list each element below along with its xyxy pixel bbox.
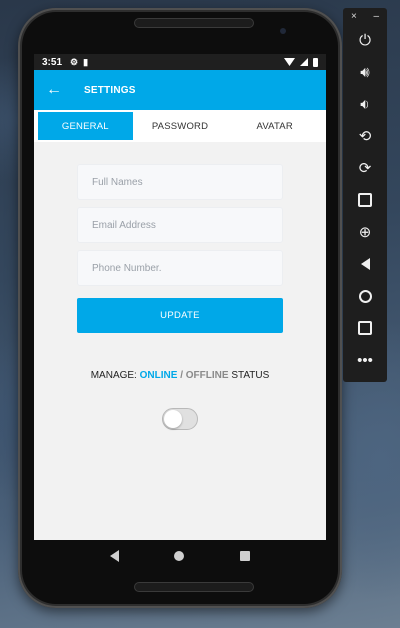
- overview-icon[interactable]: [343, 312, 387, 344]
- status-time: 3:51: [42, 56, 63, 68]
- battery-icon: [313, 57, 318, 67]
- online-label: ONLINE: [139, 370, 178, 381]
- power-icon[interactable]: ⏻: [343, 24, 387, 56]
- tab-general[interactable]: GENERAL: [38, 112, 133, 140]
- back-icon[interactable]: [343, 248, 387, 280]
- emulator-toolbar: × – ⏻ 🔊︎ 🔉︎ ⟲ ⟳ ⊕ •••: [343, 8, 387, 382]
- phone-number-input[interactable]: Phone Number.: [77, 250, 283, 286]
- tab-password[interactable]: PASSWORD: [133, 112, 228, 140]
- page-title: SETTINGS: [84, 84, 136, 96]
- nav-home-icon[interactable]: [174, 551, 185, 561]
- earpiece-speaker: [134, 18, 254, 28]
- front-camera: [280, 28, 286, 34]
- nav-recents-icon[interactable]: [240, 551, 251, 561]
- status-bar: 3:51 ⚙ ▮: [34, 54, 326, 70]
- manage-suffix: STATUS: [231, 370, 270, 381]
- rotate-right-icon[interactable]: ⟳: [343, 152, 387, 184]
- offline-label: OFFLINE: [185, 370, 229, 381]
- nav-back-icon[interactable]: [109, 550, 119, 562]
- online-status-toggle[interactable]: [162, 408, 198, 430]
- status-separator: /: [180, 370, 183, 381]
- bottom-speaker: [134, 582, 254, 592]
- rotate-left-icon[interactable]: ⟲: [343, 120, 387, 152]
- close-icon[interactable]: ×: [351, 11, 357, 24]
- settings-tabs: GENERAL PASSWORD AVATAR: [34, 110, 326, 142]
- wifi-icon: [284, 58, 295, 66]
- toggle-knob: [164, 410, 182, 428]
- volume-up-icon[interactable]: 🔊︎: [343, 56, 387, 88]
- android-nav-bar: [34, 540, 326, 572]
- update-button[interactable]: UPDATE: [77, 298, 283, 333]
- more-icon[interactable]: •••: [343, 344, 387, 376]
- zoom-icon[interactable]: ⊕: [343, 216, 387, 248]
- minimize-icon[interactable]: –: [373, 11, 379, 24]
- email-input[interactable]: Email Address: [77, 207, 283, 243]
- manage-status-label: MANAGE: ONLINE / OFFLINE STATUS: [34, 370, 326, 381]
- general-form: Full Names Email Address Phone Number. U…: [34, 142, 326, 333]
- sd-card-icon: ▮: [83, 56, 89, 67]
- signal-icon: [300, 58, 308, 66]
- phone-screen: 3:51 ⚙ ▮ ← SETTINGS GENERAL PASSWORD AVA…: [34, 54, 326, 540]
- tab-avatar[interactable]: AVATAR: [227, 112, 322, 140]
- home-icon[interactable]: [343, 280, 387, 312]
- settings-notification-icon: ⚙: [70, 56, 79, 67]
- manage-prefix: MANAGE:: [90, 370, 137, 381]
- camera-icon[interactable]: [343, 184, 387, 216]
- arrow-left-icon[interactable]: ←: [46, 81, 72, 99]
- app-bar: ← SETTINGS: [34, 70, 326, 110]
- full-names-input[interactable]: Full Names: [77, 164, 283, 200]
- volume-down-icon[interactable]: 🔉︎: [343, 88, 387, 120]
- status-toggle-wrap: [34, 408, 326, 430]
